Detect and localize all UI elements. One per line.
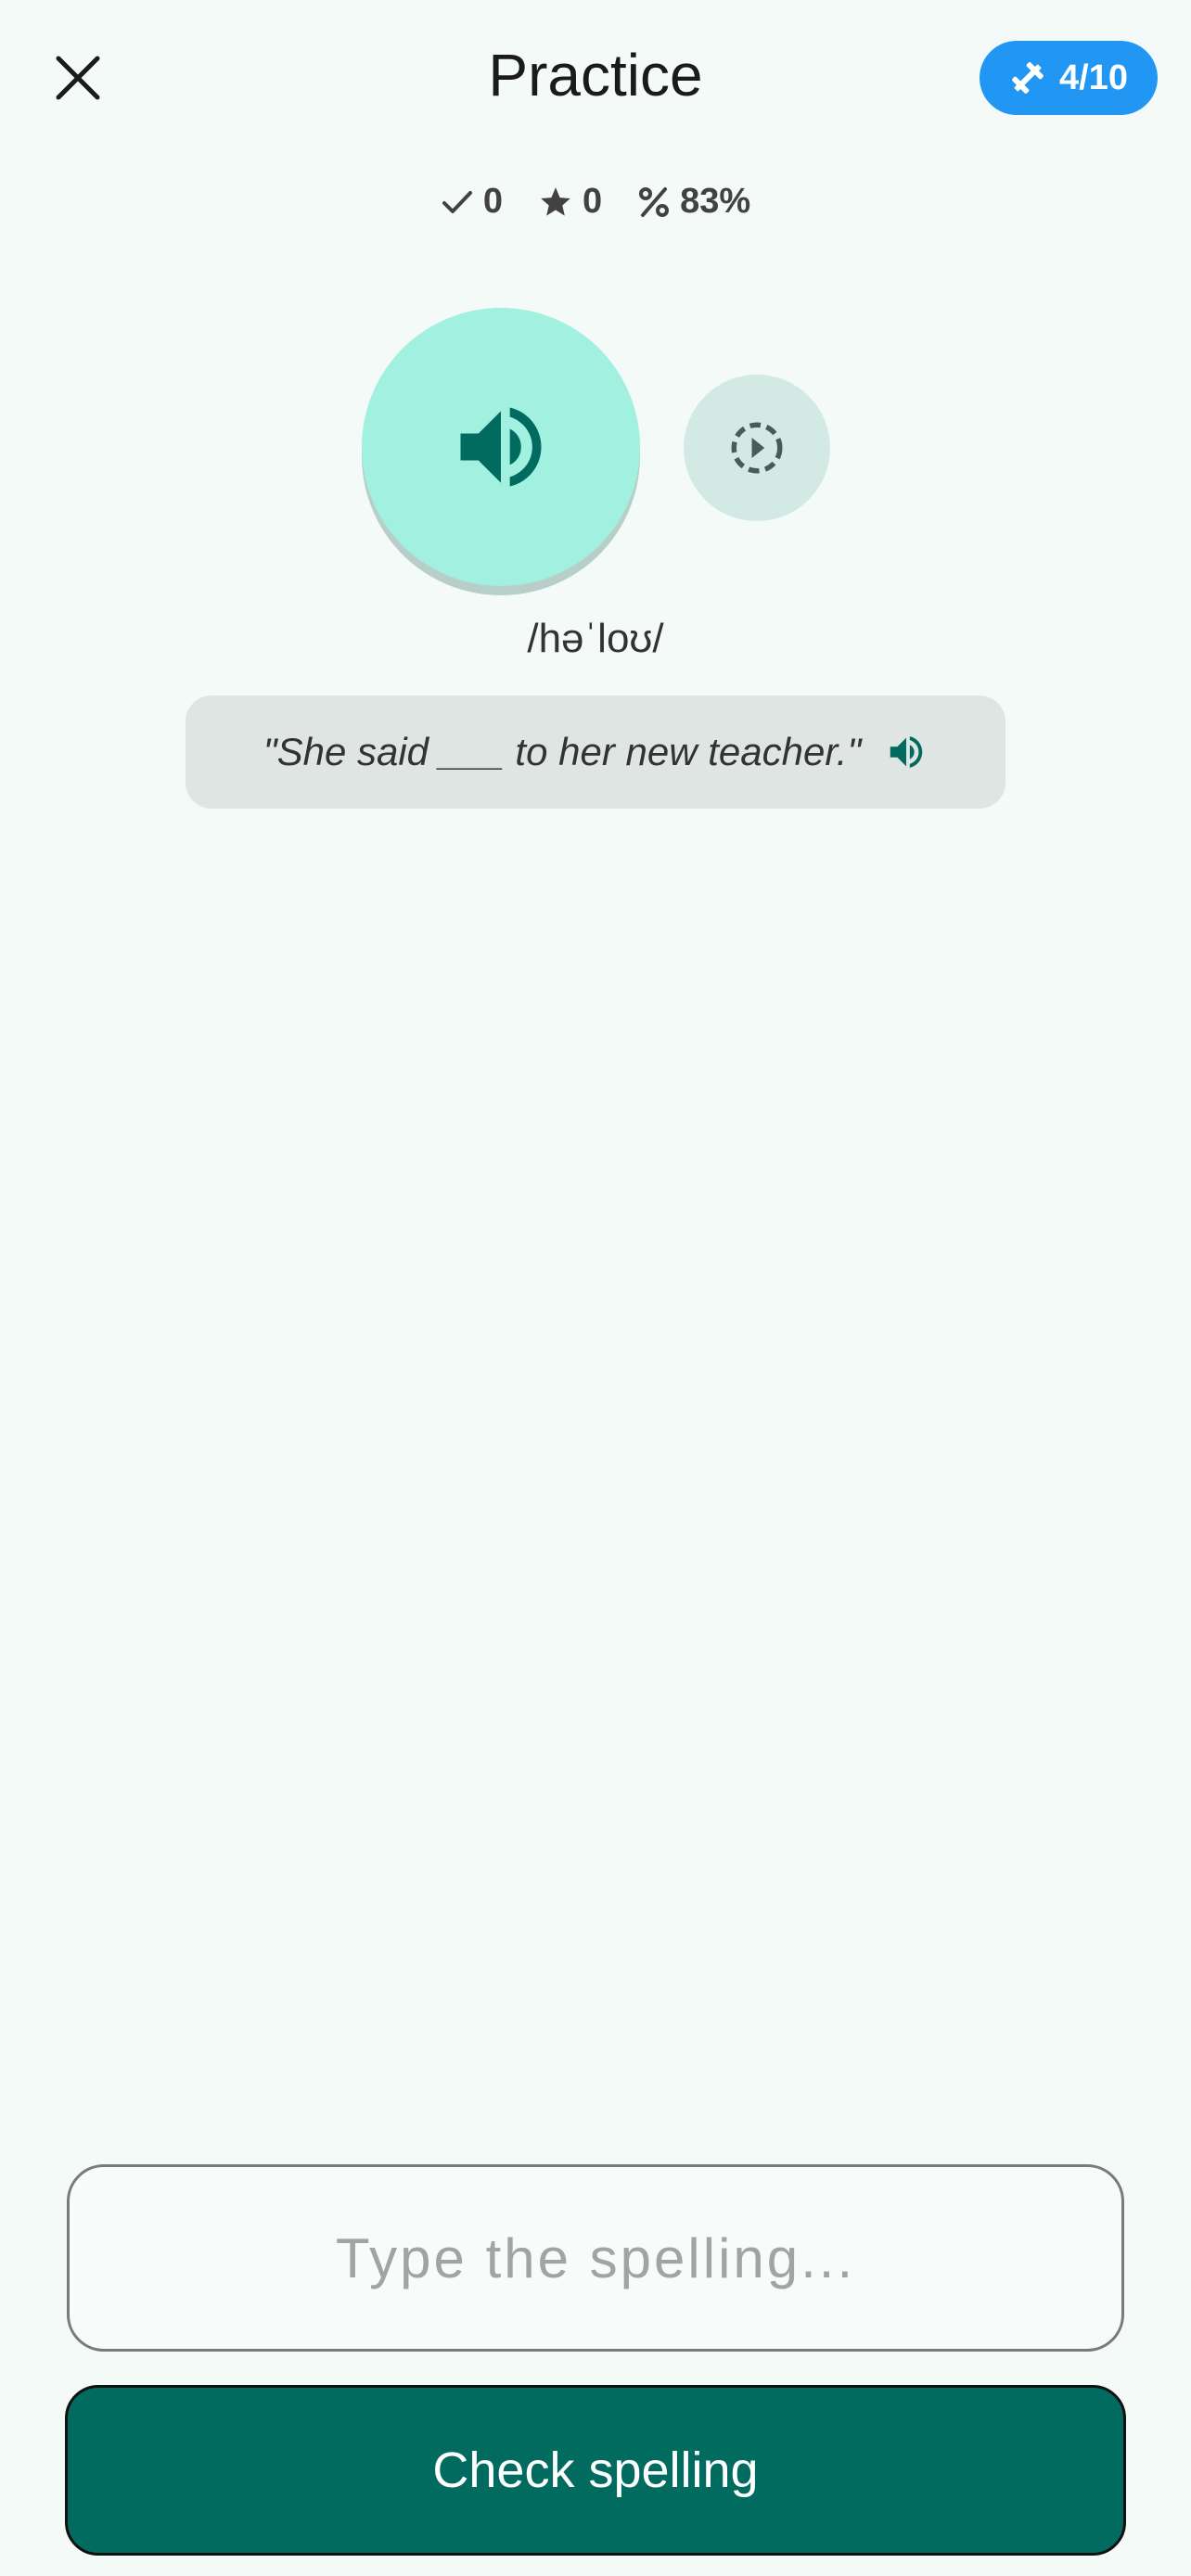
- star-icon: [541, 186, 570, 216]
- volume-icon: [460, 407, 542, 487]
- slow-motion-play-icon: [731, 422, 783, 474]
- correct-stat: 0: [441, 182, 503, 222]
- check-icon: [442, 190, 472, 213]
- volume-icon: [890, 736, 923, 768]
- sentence-audio-button[interactable]: [885, 731, 928, 773]
- spelling-input[interactable]: [67, 2164, 1124, 2352]
- example-sentence: "She said ___ to her new teacher.": [263, 730, 862, 773]
- progress-text: 4/10: [1059, 57, 1128, 97]
- play-slow-button[interactable]: [684, 375, 830, 521]
- stars-stat: 0: [538, 182, 602, 222]
- stats-row: 0 0 83%: [0, 182, 1191, 222]
- example-sentence-box: "She said ___ to her new teacher.": [186, 695, 1005, 809]
- accuracy-stat: 83%: [637, 182, 750, 222]
- play-word-button[interactable]: [362, 308, 640, 586]
- accuracy-value: 83%: [680, 182, 751, 221]
- percent-icon: [639, 186, 670, 217]
- check-spelling-button[interactable]: Check spelling: [65, 2385, 1126, 2556]
- progress-badge: 4/10: [980, 41, 1158, 115]
- dumbbell-icon: [1012, 62, 1044, 94]
- phonetic-transcription: /həˈloʊ/: [527, 616, 664, 661]
- stars-count: 0: [582, 182, 603, 221]
- correct-count: 0: [482, 182, 503, 221]
